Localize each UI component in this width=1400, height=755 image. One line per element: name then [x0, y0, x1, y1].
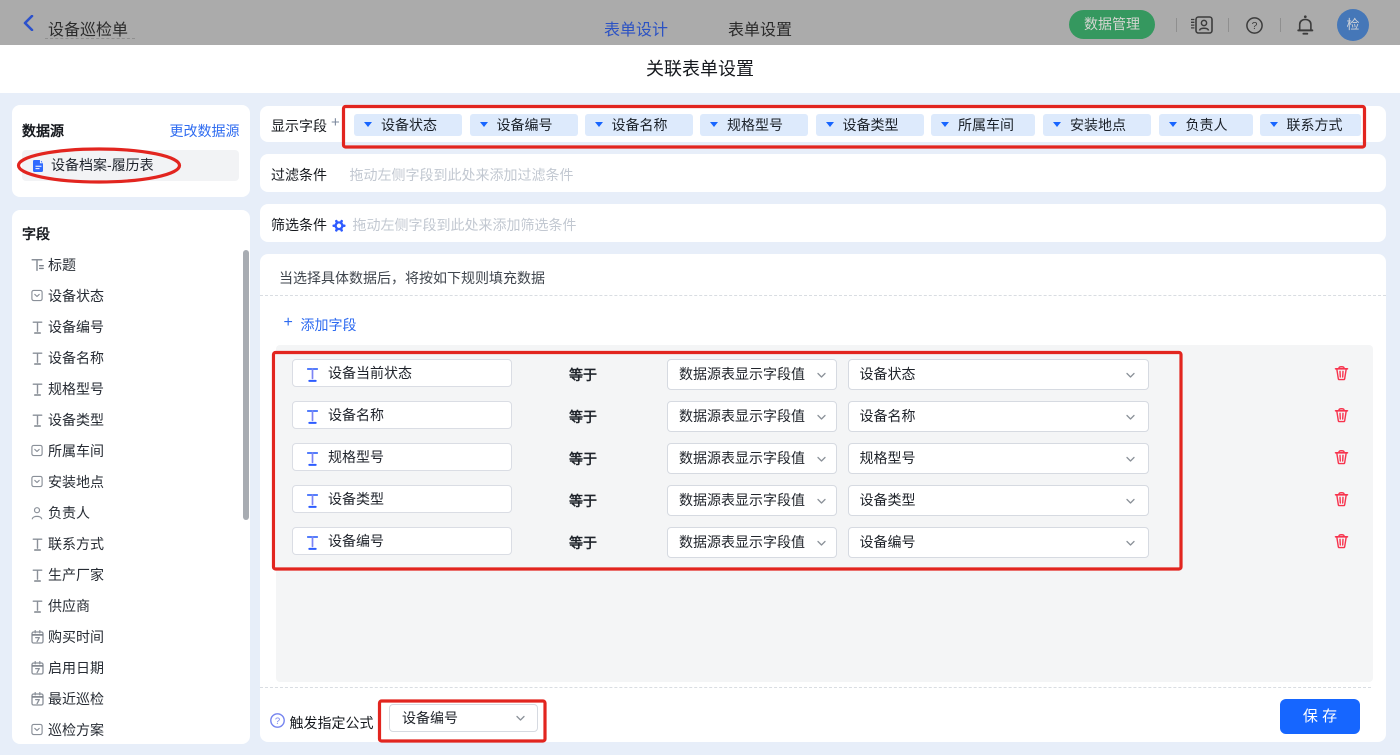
svg-text:?: ?	[274, 716, 279, 727]
svg-text:?: ?	[1252, 20, 1258, 32]
